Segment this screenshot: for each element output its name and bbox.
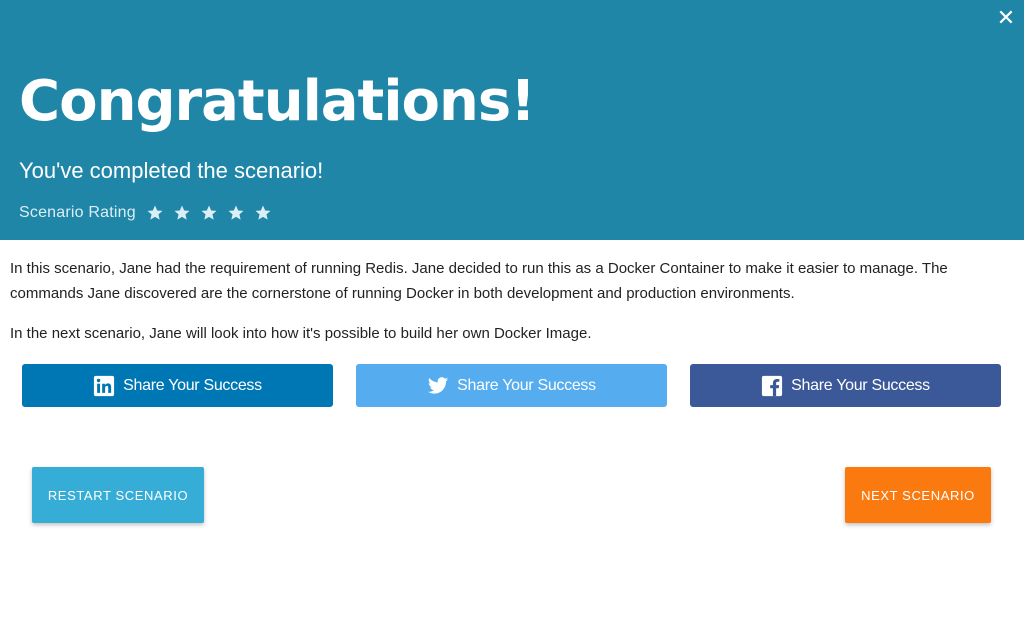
- subtitle: You've completed the scenario!: [19, 158, 324, 183]
- page-title: Congratulations!: [19, 69, 536, 134]
- share-linkedin-label: Share Your Success: [123, 376, 262, 394]
- scenario-summary: In this scenario, Jane had the requireme…: [10, 256, 1014, 361]
- share-facebook-label: Share Your Success: [791, 376, 930, 394]
- twitter-icon: [428, 376, 449, 394]
- linkedin-icon: [94, 375, 115, 396]
- share-twitter-button[interactable]: Share Your Success: [356, 364, 667, 407]
- star-icon[interactable]: [254, 204, 272, 222]
- summary-paragraph: In this scenario, Jane had the requireme…: [10, 260, 948, 302]
- modal-header: ✕ Congratulations! You've completed the …: [0, 0, 1024, 240]
- next-scenario-button[interactable]: NEXT SCENARIO: [845, 467, 991, 523]
- share-facebook-button[interactable]: Share Your Success: [690, 364, 1001, 407]
- star-icon[interactable]: [200, 204, 218, 222]
- scenario-rating: Scenario Rating: [19, 201, 281, 225]
- close-icon: ✕: [996, 5, 1016, 30]
- completion-modal: ✕ Congratulations! You've completed the …: [0, 0, 1024, 627]
- star-icon[interactable]: [146, 204, 164, 222]
- restart-scenario-button[interactable]: RESTART SCENARIO: [32, 467, 204, 523]
- star-icon[interactable]: [227, 204, 245, 222]
- share-twitter-label: Share Your Success: [457, 376, 596, 394]
- facebook-icon: [762, 375, 783, 396]
- star-icon[interactable]: [173, 204, 191, 222]
- rating-label: Scenario Rating: [19, 204, 136, 221]
- share-linkedin-button[interactable]: Share Your Success: [22, 364, 333, 407]
- next-paragraph: In the next scenario, Jane will look int…: [10, 325, 592, 342]
- close-button[interactable]: ✕: [996, 6, 1016, 30]
